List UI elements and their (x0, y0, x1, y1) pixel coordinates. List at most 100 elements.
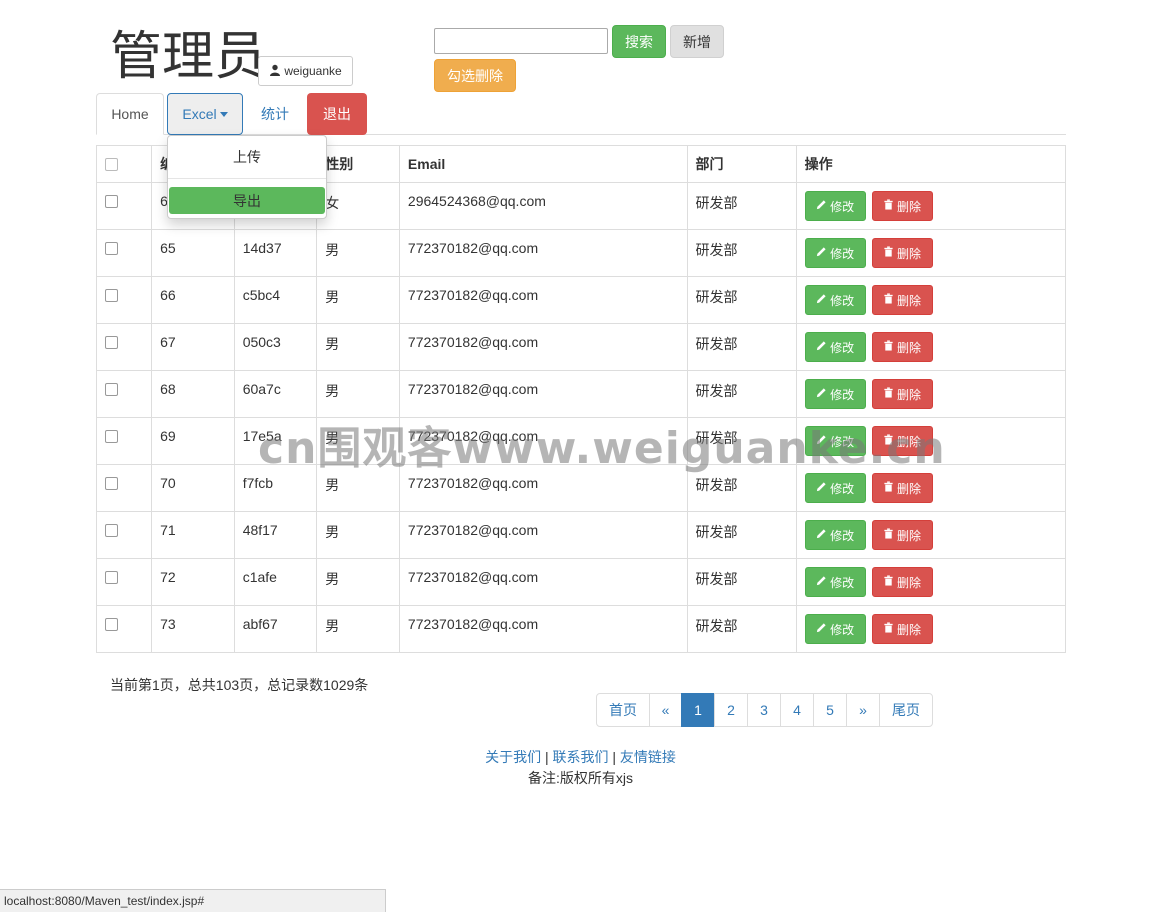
footer-contact-link[interactable]: 联系我们 (553, 749, 609, 765)
delete-label: 删除 (897, 199, 922, 214)
delete-label: 删除 (897, 528, 922, 543)
user-name: weiguanke (284, 64, 342, 78)
menu-divider (168, 178, 326, 179)
page-last[interactable]: 尾页 (879, 693, 933, 727)
trash-icon (883, 293, 894, 307)
cell-dept: 研发部 (686, 276, 797, 324)
cell-dept: 研发部 (686, 511, 797, 559)
edit-button[interactable]: 修改 (804, 567, 866, 597)
tab-stats[interactable]: 统计 (246, 93, 304, 135)
edit-button[interactable]: 修改 (804, 473, 866, 503)
search-button[interactable]: 搜索 (612, 25, 666, 58)
cell-dept: 研发部 (686, 558, 797, 606)
edit-button[interactable]: 修改 (804, 379, 866, 409)
row-checkbox[interactable] (105, 242, 118, 255)
edit-button[interactable]: 修改 (804, 520, 866, 550)
menu-item-export[interactable]: 导出 (169, 187, 325, 214)
pencil-icon (816, 387, 827, 401)
pencil-icon (816, 575, 827, 589)
page-1[interactable]: 1 (681, 693, 715, 727)
search-input[interactable] (434, 28, 608, 54)
row-checkbox[interactable] (105, 524, 118, 537)
cell-id: 66 (151, 276, 235, 324)
nav-tabs: Home Excel 统计 退出 (96, 93, 1066, 135)
edit-label: 修改 (830, 293, 855, 308)
page-3[interactable]: 3 (747, 693, 781, 727)
trash-icon (883, 528, 894, 542)
cell-actions: 修改 删除 (795, 229, 1067, 277)
cell-dept: 研发部 (686, 323, 797, 371)
table-row: 65 14d37 男 772370182@qq.com 研发部 修改 删除 (95, 229, 1067, 277)
edit-button[interactable]: 修改 (804, 285, 866, 315)
pagination: 首页 « 1 2 3 4 5 » 尾页 (596, 693, 933, 727)
cell-actions: 修改 删除 (795, 511, 1067, 559)
select-all-checkbox[interactable] (105, 158, 118, 171)
cell-gender: 男 (316, 229, 400, 277)
row-checkbox[interactable] (105, 618, 118, 631)
cell-name: abf67 (233, 605, 318, 653)
page-next[interactable]: » (846, 693, 880, 727)
row-checkbox[interactable] (105, 571, 118, 584)
cell-dept: 研发部 (686, 464, 797, 512)
delete-button[interactable]: 删除 (871, 426, 933, 456)
edit-button[interactable]: 修改 (804, 614, 866, 644)
logout-button[interactable]: 退出 (307, 93, 367, 135)
edit-button[interactable]: 修改 (804, 191, 866, 221)
row-checkbox[interactable] (105, 383, 118, 396)
add-button[interactable]: 新增 (670, 25, 724, 58)
cell-dept: 研发部 (686, 229, 797, 277)
page-prev[interactable]: « (649, 693, 682, 727)
row-checkbox[interactable] (105, 289, 118, 302)
delete-button[interactable]: 删除 (871, 285, 933, 315)
tab-home[interactable]: Home (96, 93, 164, 135)
col-header-email: Email (398, 145, 688, 183)
delete-button[interactable]: 删除 (871, 473, 933, 503)
page-2[interactable]: 2 (714, 693, 748, 727)
menu-item-upload[interactable]: 上传 (168, 144, 326, 170)
select-all-cell (95, 145, 153, 183)
delete-button[interactable]: 删除 (871, 379, 933, 409)
row-checkbox[interactable] (105, 195, 118, 208)
footer-sep: | (541, 749, 553, 765)
row-checkbox[interactable] (105, 477, 118, 490)
row-select-cell (95, 182, 153, 230)
cell-id: 68 (151, 370, 235, 418)
page-5[interactable]: 5 (813, 693, 847, 727)
cell-id: 73 (151, 605, 235, 653)
edit-label: 修改 (830, 199, 855, 214)
edit-button[interactable]: 修改 (804, 426, 866, 456)
delete-button[interactable]: 删除 (871, 520, 933, 550)
trash-icon (883, 246, 894, 260)
user-button[interactable]: weiguanke (258, 56, 353, 86)
delete-button[interactable]: 删除 (871, 191, 933, 221)
delete-button[interactable]: 删除 (871, 614, 933, 644)
edit-label: 修改 (830, 528, 855, 543)
cell-name: 48f17 (233, 511, 318, 559)
pencil-icon (816, 293, 827, 307)
footer-friends-link[interactable]: 友情链接 (620, 749, 676, 765)
edit-label: 修改 (830, 575, 855, 590)
cell-gender: 男 (316, 605, 400, 653)
page-first[interactable]: 首页 (596, 693, 650, 727)
edit-label: 修改 (830, 387, 855, 402)
page-4[interactable]: 4 (780, 693, 814, 727)
delete-selected-button[interactable]: 勾选删除 (434, 59, 516, 92)
delete-button[interactable]: 删除 (871, 238, 933, 268)
footer-about-link[interactable]: 关于我们 (485, 749, 541, 765)
delete-button[interactable]: 删除 (871, 332, 933, 362)
tab-excel-dropdown[interactable]: Excel (167, 93, 243, 135)
cell-name: f7fcb (233, 464, 318, 512)
edit-button[interactable]: 修改 (804, 238, 866, 268)
cell-id: 69 (151, 417, 235, 465)
cell-email: 2964524368@qq.com (398, 182, 688, 230)
caret-down-icon (219, 111, 228, 117)
row-checkbox[interactable] (105, 336, 118, 349)
col-header-actions: 操作 (795, 145, 1067, 183)
footer-note: 备注:版权所有xjs (528, 770, 633, 786)
delete-button[interactable]: 删除 (871, 567, 933, 597)
cell-dept: 研发部 (686, 182, 797, 230)
col-header-dept: 部门 (686, 145, 797, 183)
row-checkbox[interactable] (105, 430, 118, 443)
pencil-icon (816, 199, 827, 213)
edit-button[interactable]: 修改 (804, 332, 866, 362)
